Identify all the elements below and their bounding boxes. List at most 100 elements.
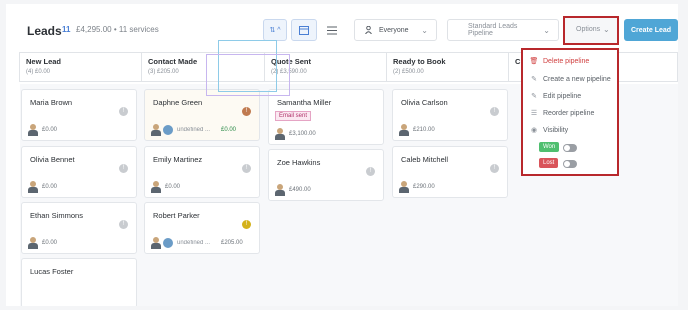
lead-card[interactable]: Samantha Miller Email sent £3,100.00 — [268, 89, 384, 145]
eye-icon: ◉ — [530, 127, 538, 134]
reorder-pipeline-item[interactable]: ☰ Reorder pipeline — [529, 109, 595, 118]
info-icon[interactable]: ! — [490, 164, 499, 173]
sort-icon: ⇅ ^ — [269, 27, 281, 34]
info-icon[interactable]: ! — [242, 164, 251, 173]
lead-amount: £490.00 — [289, 187, 311, 193]
list-icon: ☰ — [530, 110, 538, 117]
lead-name: Daphne Green — [153, 98, 203, 107]
assignee-name: undefined ... — [177, 240, 211, 246]
delete-pipeline-item[interactable]: 🗑 Delete pipeline — [529, 57, 590, 66]
avatar — [151, 237, 161, 249]
pencil-icon: ✎ — [531, 93, 537, 100]
won-toggle[interactable] — [563, 144, 577, 152]
warning-icon[interactable]: ! — [242, 220, 251, 229]
avatar — [275, 184, 285, 196]
lead-card[interactable]: Robert Parker ! undefined ... £205.00 — [144, 202, 260, 254]
lead-name: Zoe Hawkins — [277, 158, 321, 167]
avatar — [275, 128, 285, 140]
info-icon[interactable]: ! — [119, 164, 128, 173]
lead-name: Robert Parker — [153, 211, 200, 220]
menu-item-label: Visibility — [543, 126, 569, 134]
options-label: Options — [576, 26, 601, 33]
lead-card[interactable]: Olivia Bennet ! £0.00 — [21, 146, 137, 198]
assignee-name: undefined ... — [177, 127, 211, 133]
column-header-new-lead: New Lead (4) £0.00 — [19, 52, 142, 82]
person-icon — [365, 26, 372, 34]
lead-amount: £290.00 — [413, 184, 435, 190]
lead-amount: £205.00 — [221, 240, 243, 246]
create-pipeline-item[interactable]: ✎ Create a new pipeline — [529, 75, 611, 84]
lead-card[interactable]: Emily Martinez ! £0.00 — [144, 146, 260, 198]
lead-name: Emily Martinez — [153, 155, 203, 164]
lead-name: Lucas Foster — [30, 267, 74, 276]
pipeline-dropdown[interactable]: Standard Leads Pipeline ⌄ — [447, 19, 559, 41]
avatar — [399, 124, 409, 136]
drag-guide — [206, 54, 290, 96]
options-menu: 🗑 Delete pipeline ✎ Create a new pipelin… — [521, 48, 619, 176]
owner-filter-value: Everyone — [379, 26, 409, 34]
assignee-avatar — [163, 238, 173, 248]
board-view-icon — [299, 25, 309, 35]
column-name: Ready to Book — [393, 57, 446, 66]
options-button[interactable]: Options ⌄ — [563, 16, 619, 45]
lead-amount: £0.00 — [42, 240, 58, 246]
lead-amount: £210.00 — [413, 127, 435, 133]
list-view-icon — [327, 26, 337, 34]
lead-name: Caleb Mitchell — [401, 155, 449, 164]
lead-name: Olivia Carlson — [401, 98, 448, 107]
avatar — [28, 181, 38, 193]
edit-icon: ✎ — [531, 76, 537, 83]
lead-amount: £0.00 — [42, 127, 58, 133]
leads-page: Leads 11 £4,295.00 • 11 services ⇅ ^ Eve… — [6, 4, 678, 306]
owner-filter-dropdown[interactable]: Everyone ⌄ — [354, 19, 437, 41]
chevron-down-icon: ⌄ — [421, 25, 428, 35]
avatar — [151, 124, 161, 136]
avatar — [399, 181, 409, 193]
leads-summary: £4,295.00 • 11 services — [76, 25, 159, 34]
sort-button[interactable]: ⇅ ^ — [263, 19, 287, 41]
lead-name: Maria Brown — [30, 98, 73, 107]
column-header-ready-to-book: Ready to Book (2) £500.00 — [386, 52, 509, 82]
lead-name: Ethan Simmons — [30, 211, 83, 220]
column-total: (4) £0.00 — [26, 69, 51, 75]
trash-icon: 🗑 — [529, 58, 539, 65]
lead-name: Olivia Bennet — [30, 155, 75, 164]
lead-card[interactable]: Olivia Carlson ! £210.00 — [392, 89, 508, 141]
lead-card[interactable]: Ethan Simmons ! £0.00 — [21, 202, 137, 254]
lead-amount: £0.00 — [165, 184, 181, 190]
info-icon[interactable]: ! — [366, 167, 375, 176]
assignee-avatar — [163, 125, 173, 135]
avatar — [28, 124, 38, 136]
leads-count: 11 — [62, 25, 71, 34]
list-view-button[interactable] — [322, 19, 342, 41]
email-sent-tag: Email sent — [275, 111, 312, 121]
column-name: New Lead — [26, 57, 62, 66]
visibility-label: ◉ Visibility — [529, 126, 569, 135]
avatar — [151, 181, 161, 193]
board-view-button[interactable] — [291, 19, 317, 41]
page-title: Leads — [27, 24, 62, 38]
lead-card[interactable]: Caleb Mitchell ! £290.00 — [392, 146, 508, 198]
edit-pipeline-item[interactable]: ✎ Edit pipeline — [529, 92, 581, 101]
warning-icon[interactable]: ! — [242, 107, 251, 116]
pipeline-value: Standard Leads Pipeline — [468, 23, 518, 37]
chevron-down-icon: ⌄ — [603, 25, 610, 34]
menu-item-label: Create a new pipeline — [543, 75, 611, 83]
lost-toggle[interactable] — [563, 160, 577, 168]
lead-card[interactable]: Zoe Hawkins ! £490.00 — [268, 149, 384, 201]
info-icon[interactable]: ! — [119, 107, 128, 116]
lead-card[interactable]: Maria Brown ! £0.00 — [21, 89, 137, 141]
create-lead-button[interactable]: Create Lead — [624, 19, 678, 41]
info-icon[interactable]: ! — [490, 107, 499, 116]
avatar — [28, 237, 38, 249]
menu-item-label: Delete pipeline — [543, 57, 590, 65]
won-badge: Won — [539, 142, 560, 152]
column-total: (2) £500.00 — [393, 69, 424, 75]
lead-amount: £0.00 — [221, 127, 237, 133]
chevron-down-icon: ⌄ — [543, 25, 550, 35]
lead-amount: £3,100.00 — [289, 131, 316, 137]
lead-card[interactable]: Lucas Foster — [21, 258, 137, 306]
info-icon[interactable]: ! — [119, 220, 128, 229]
menu-item-label: Reorder pipeline — [543, 109, 595, 117]
lead-card[interactable]: Daphne Green ! undefined ... £0.00 — [144, 89, 260, 141]
